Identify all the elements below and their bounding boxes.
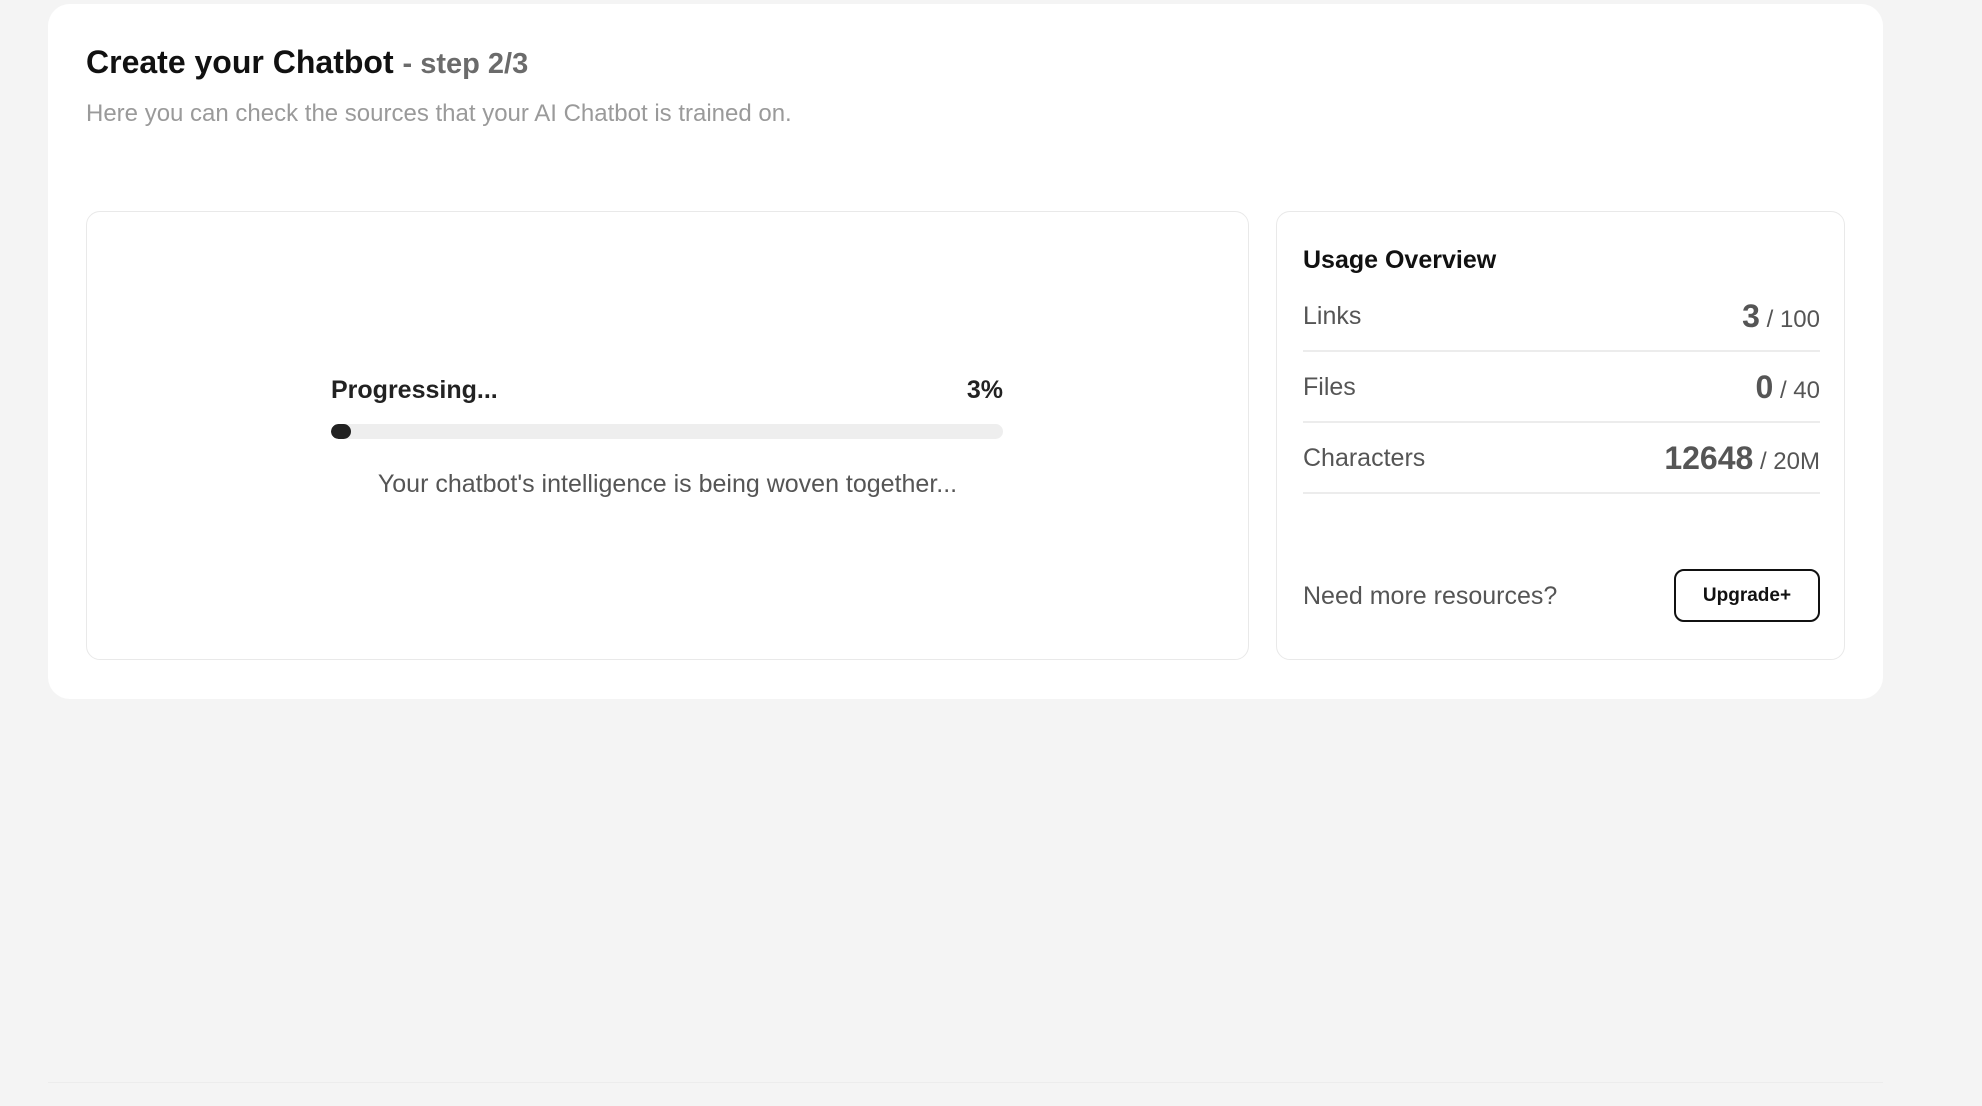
page-title: Create your Chatbot - step 2/3 [86,44,528,81]
usage-used-files: 0 [1755,368,1774,405]
usage-limit-files: / 40 [1779,376,1820,404]
usage-row-characters: Characters 12648 / 20M [1303,424,1820,494]
page-title-text: Create your Chatbot [86,44,394,80]
usage-used-links: 3 [1742,297,1760,334]
usage-value-links: 3 / 100 [1742,298,1820,335]
usage-row-files: Files 0 / 40 [1303,353,1820,423]
usage-label-links: Links [1303,301,1362,330]
progress-label: Progressing... [331,376,498,404]
usage-label-files: Files [1303,372,1356,401]
usage-used-characters: 12648 [1664,439,1754,476]
usage-limit-links: / 100 [1766,305,1820,333]
step-indicator: - step 2/3 [402,48,529,80]
bottom-divider [48,1082,1883,1083]
usage-value-files: 0 / 40 [1756,369,1821,406]
usage-overview-panel: Usage Overview Links 3 / 100 Files 0 / 4… [1276,211,1845,660]
progress-message: Your chatbot's intelligence is being wov… [377,470,958,498]
progress-percent: 3% [966,376,1003,404]
progress-bar [331,424,1003,439]
usage-overview-title: Usage Overview [1303,246,1497,274]
training-progress-panel: Progressing... 3% Your chatbot's intelli… [86,211,1249,660]
usage-label-characters: Characters [1303,443,1426,472]
page-subtitle: Here you can check the sources that your… [86,100,792,127]
create-chatbot-card: Create your Chatbot - step 2/3 Here you … [48,4,1883,699]
usage-limit-characters: / 20M [1759,447,1820,475]
usage-value-characters: 12648 / 20M [1664,440,1820,477]
usage-row-links: Links 3 / 100 [1303,282,1820,352]
upgrade-button[interactable]: Upgrade+ [1674,569,1820,622]
progress-bar-fill [331,424,352,439]
need-more-resources-text: Need more resources? [1303,582,1558,610]
